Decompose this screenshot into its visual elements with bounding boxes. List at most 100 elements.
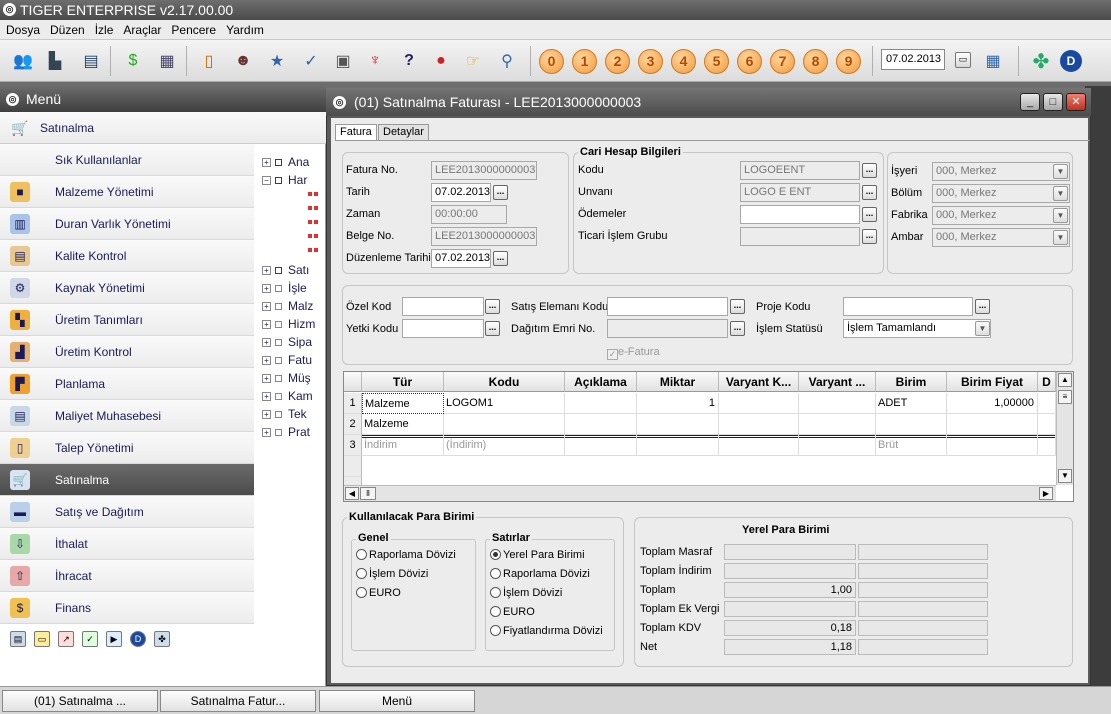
play-icon[interactable]: ▶ <box>106 631 122 647</box>
tree-node[interactable]: + Kam <box>262 388 313 404</box>
grid-cell[interactable] <box>876 414 947 435</box>
satirlar-euro-radio[interactable]: EURO <box>490 606 535 618</box>
column-header[interactable]: Miktar <box>637 372 719 392</box>
column-header[interactable]: Birim Fiyat <box>947 372 1038 392</box>
menu-item-talep[interactable]: ▯ Talep Yönetimi <box>0 432 254 464</box>
grid-cell[interactable] <box>719 393 799 414</box>
users-icon[interactable]: 👥 <box>10 48 36 74</box>
grid-cell[interactable]: (İndirim) <box>444 435 565 456</box>
tree-node[interactable]: + Malz <box>262 298 313 314</box>
odemeler-lookup-button[interactable]: ... <box>862 207 877 222</box>
column-header[interactable]: D <box>1038 372 1056 392</box>
bolum-dropdown-icon[interactable]: ▼ <box>1053 186 1068 201</box>
shortcut-1-button[interactable]: 1 <box>572 49 597 74</box>
duzenleme-tarihi-field[interactable]: 07.02.2013 <box>431 249 491 268</box>
menu-item-sik-kullanilanlar[interactable]: Sık Kullanılanlar <box>0 144 254 176</box>
graph-icon[interactable]: ↗ <box>58 631 74 647</box>
shortcut-8-button[interactable]: 8 <box>803 49 828 74</box>
shortcut-5-button[interactable]: 5 <box>704 49 729 74</box>
person-icon[interactable]: ☻ <box>230 48 256 74</box>
column-header[interactable]: Birim <box>876 372 947 392</box>
document-star-icon[interactable]: ★ <box>264 48 290 74</box>
scroll-left-icon[interactable]: ◀ <box>345 487 359 500</box>
task-satinalma[interactable]: (01) Satınalma ... <box>2 690 158 712</box>
scroll-up-icon[interactable]: ▲ <box>1058 373 1072 387</box>
dagitim-emri-field[interactable] <box>607 319 728 338</box>
grid-cell[interactable]: Malzeme <box>362 393 444 414</box>
logo-d-icon[interactable]: D <box>1058 48 1084 74</box>
shortcut-2-button[interactable]: 2 <box>605 49 630 74</box>
menu-dosya[interactable]: Dosya <box>0 20 44 37</box>
menu-item-satinalma[interactable]: 🛒 Satınalma <box>0 464 254 496</box>
isyeri-dropdown-icon[interactable]: ▼ <box>1053 164 1068 179</box>
grid-cell[interactable] <box>799 393 876 414</box>
horizontal-scrollbar[interactable]: ◀ ⦀ ▶ <box>344 485 1056 501</box>
grid-cell[interactable] <box>947 435 1038 456</box>
tree-node[interactable]: + Tek <box>262 406 307 422</box>
report-icon[interactable]: ▣ <box>330 48 356 74</box>
tree-node[interactable]: + Fatu <box>262 352 312 368</box>
vertical-scrollbar[interactable]: ▲ ≡ ▼ <box>1056 372 1073 485</box>
menu-item-duran-varlik[interactable]: ▥ Duran Varlık Yönetimi <box>0 208 254 240</box>
antenna-icon[interactable]: ♆ <box>362 48 388 74</box>
odemeler-field[interactable] <box>740 205 860 224</box>
shortcut-9-button[interactable]: 9 <box>836 49 861 74</box>
shortcut-7-button[interactable]: 7 <box>770 49 795 74</box>
grid-cell[interactable]: 1,00000 <box>947 393 1038 414</box>
tree-node[interactable]: + Hizm <box>262 316 315 332</box>
grid-cell[interactable] <box>1038 393 1056 414</box>
genel-raporlama-radio[interactable]: Raporlama Dövizi <box>356 549 456 561</box>
proje-kodu-field[interactable] <box>843 297 973 316</box>
menu-item-kaynak[interactable]: ⚙ Kaynak Yönetimi <box>0 272 254 304</box>
calendar-icon[interactable]: ▦ <box>980 48 1006 74</box>
tarih-field[interactable]: 07.02.2013 <box>431 183 491 202</box>
tab-detaylar[interactable]: Detaylar <box>378 124 429 140</box>
grid-cell[interactable] <box>719 435 799 456</box>
ticari-islem-lookup-button[interactable]: ... <box>862 229 877 244</box>
menu-item-finans[interactable]: $ Finans <box>0 592 254 624</box>
hand-cursor-icon[interactable]: ☞ <box>460 48 486 74</box>
satirlar-islem-radio[interactable]: İşlem Dövizi <box>490 587 562 599</box>
menu-izle[interactable]: İzle <box>89 20 118 37</box>
zaman-field[interactable]: 00:00:00 <box>431 205 507 224</box>
grid-cell[interactable] <box>1038 435 1056 456</box>
grid-cell[interactable] <box>719 414 799 435</box>
satis-elemani-lookup-button[interactable]: ... <box>730 299 745 314</box>
minimize-button[interactable]: _ <box>1020 93 1040 111</box>
clover-icon[interactable]: ✤ <box>1028 48 1054 74</box>
shortcut-3-button[interactable]: 3 <box>638 49 663 74</box>
grid-cell[interactable] <box>947 414 1038 435</box>
clipboard-icon[interactable]: ▯ <box>196 48 222 74</box>
tree-node[interactable]: + Sipa <box>262 334 312 350</box>
grid-cell[interactable] <box>565 435 637 456</box>
islem-statusu-select[interactable]: İşlem Tamamlandı <box>843 319 991 338</box>
efatura-checkbox[interactable]: ✓ e-Fatura <box>607 346 660 360</box>
menu-section-title[interactable]: 🛒 Satınalma <box>0 112 326 144</box>
task-satinalma-faturasi[interactable]: Satınalma Fatur... <box>160 690 316 712</box>
scroll-thumb[interactable]: ⦀ <box>360 487 376 500</box>
satirlar-raporlama-radio[interactable]: Raporlama Dövizi <box>490 568 590 580</box>
grid-cell[interactable]: Malzeme <box>362 414 444 435</box>
satis-elemani-field[interactable] <box>607 297 728 316</box>
menu-duzen[interactable]: Düzen <box>44 20 89 37</box>
list-icon[interactable]: ▤ <box>10 631 26 647</box>
grid-cell[interactable]: LOGOM1 <box>444 393 565 414</box>
yetki-kodu-field[interactable] <box>402 319 484 338</box>
grid-cell[interactable] <box>637 435 719 456</box>
grid-cell[interactable] <box>637 414 719 435</box>
money-icon[interactable]: $ <box>120 48 146 74</box>
isyeri-select[interactable]: 000, Merkez <box>932 162 1070 181</box>
scroll-thumb[interactable]: ≡ <box>1058 390 1072 404</box>
grid-cell[interactable]: Brüt <box>876 435 947 456</box>
menu-item-satis[interactable]: ▬ Satış ve Dağıtım <box>0 496 254 528</box>
menu-item-uretim-tanimlari[interactable]: ▚ Üretim Tanımları <box>0 304 254 336</box>
fatura-no-field[interactable]: LEE2013000000003 <box>431 161 537 180</box>
column-header[interactable]: Tür <box>362 372 444 392</box>
islem-statusu-dropdown-icon[interactable]: ▼ <box>975 321 990 336</box>
grid-cell[interactable] <box>799 435 876 456</box>
help-icon[interactable]: ? <box>396 48 422 74</box>
menu-item-maliyet[interactable]: ▤ Maliyet Muhasebesi <box>0 400 254 432</box>
tab-fatura[interactable]: Fatura <box>335 124 377 141</box>
column-header[interactable]: Açıklama <box>565 372 637 392</box>
ticari-islem-field[interactable] <box>740 227 860 246</box>
